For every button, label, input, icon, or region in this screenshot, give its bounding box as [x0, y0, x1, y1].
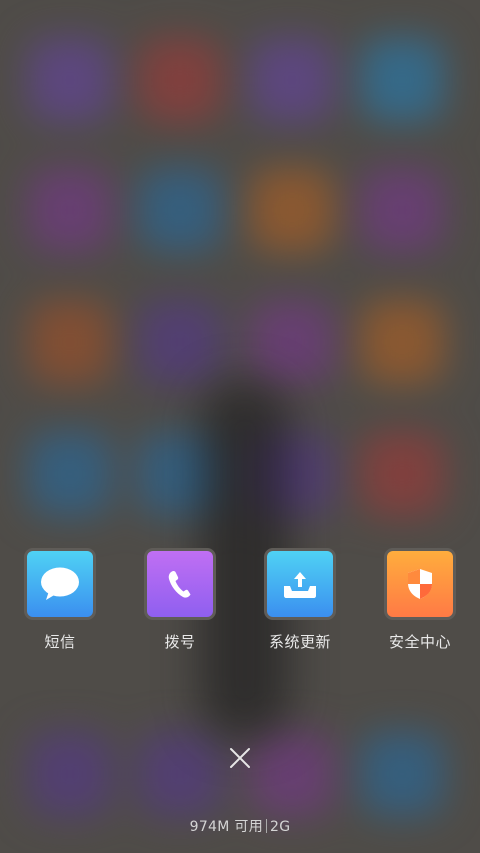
phone-icon: [168, 570, 191, 598]
system-update-app-icon[interactable]: [264, 548, 336, 620]
memory-available: 974M 可用: [189, 819, 263, 835]
upload-tray-icon: [284, 572, 316, 598]
app-label: 系统更新: [268, 633, 331, 651]
close-icon: [230, 748, 250, 768]
app-label: 拨号: [164, 633, 196, 651]
app-label: 安全中心: [388, 633, 451, 651]
memory-status: 974M 可用 2G: [0, 816, 480, 836]
message-bubble-icon: [41, 567, 79, 600]
clear-all-button[interactable]: [226, 744, 254, 772]
dialer-app-icon[interactable]: [144, 548, 216, 620]
recent-app-dialer[interactable]: 拨号: [130, 548, 230, 652]
recent-apps-screen: 短信 拨号 系统更新 安全中心 974M 可用 2G: [0, 0, 480, 853]
app-label: 短信: [44, 633, 76, 651]
recent-apps-row: 短信 拨号 系统更新 安全中心: [0, 548, 480, 658]
recent-app-messages[interactable]: 短信: [10, 548, 110, 652]
messages-app-icon[interactable]: [24, 548, 96, 620]
shield-icon: [408, 569, 432, 599]
memory-divider: [266, 819, 267, 833]
recent-app-system-update[interactable]: 系统更新: [250, 548, 350, 652]
recent-app-security-center[interactable]: 安全中心: [370, 548, 470, 652]
memory-total: 2G: [270, 819, 291, 835]
security-center-app-icon[interactable]: [384, 548, 456, 620]
